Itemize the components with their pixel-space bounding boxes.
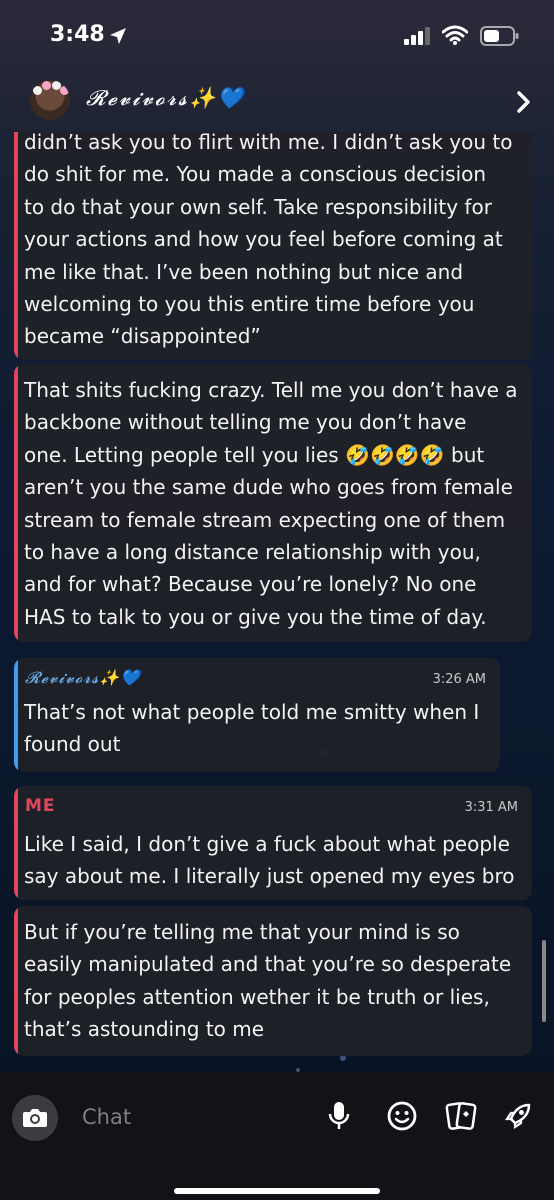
chat-input[interactable] (80, 1094, 324, 1140)
message-text: didn’t ask you to flirt with me. I didn’… (24, 132, 513, 349)
sender-name: 𝓡𝓮𝓿𝓲𝓿𝓸𝓻𝓼✨💙 (25, 668, 142, 687)
sender-accent-bar (14, 658, 18, 772)
microphone-icon[interactable] (328, 1100, 350, 1132)
location-arrow-icon (110, 28, 126, 44)
camera-icon (23, 1109, 47, 1127)
message-bubble: 𝓡𝓮𝓿𝓲𝓿𝓸𝓻𝓼✨💙 3:26 AM That’s not what peopl… (14, 658, 500, 772)
chat-title[interactable]: 𝓡𝓮𝓿𝓲𝓿𝓸𝓻𝓼✨💙 (86, 86, 245, 111)
message-text: But if you’re telling me that your mind … (24, 920, 512, 1042)
message-timestamp: 3:31 AM (464, 800, 518, 815)
home-indicator (174, 1188, 380, 1194)
sender-accent-bar (14, 786, 18, 900)
avatar[interactable] (30, 80, 70, 120)
message-timestamp: 3:26 AM (432, 672, 486, 687)
cards-icon[interactable] (444, 1100, 478, 1132)
message-text: That shits fucking crazy. Tell me you do… (24, 378, 518, 629)
smiley-icon[interactable] (386, 1100, 418, 1132)
camera-button[interactable] (12, 1095, 58, 1141)
battery-icon (480, 26, 519, 46)
wifi-icon (442, 25, 468, 45)
message-text: Like I said, I don’t give a fuck about w… (24, 832, 515, 889)
composer-bar (0, 1072, 554, 1200)
message-bubble: That shits fucking crazy. Tell me you do… (14, 364, 532, 642)
sender-accent-bar (14, 132, 18, 360)
chevron-right-icon[interactable] (516, 90, 532, 114)
sender-accent-bar (14, 906, 18, 1056)
message-bubble: didn’t ask you to flirt with me. I didn’… (14, 132, 532, 360)
status-time: 3:48 (50, 22, 105, 47)
cellular-signal-icon (404, 27, 430, 45)
message-text: That’s not what people told me smitty wh… (24, 700, 480, 757)
rocket-icon[interactable] (502, 1100, 534, 1132)
message-bubble: ME 3:31 AM Like I said, I don’t give a f… (14, 786, 532, 900)
sender-name: ME (25, 796, 56, 816)
chat-header: 𝓡𝓮𝓿𝓲𝓿𝓸𝓻𝓼✨💙 (0, 72, 554, 132)
scrollbar[interactable] (542, 940, 546, 1022)
status-bar: 3:48 (0, 0, 554, 72)
message-bubble: But if you’re telling me that your mind … (14, 906, 532, 1056)
sender-accent-bar (14, 364, 18, 642)
